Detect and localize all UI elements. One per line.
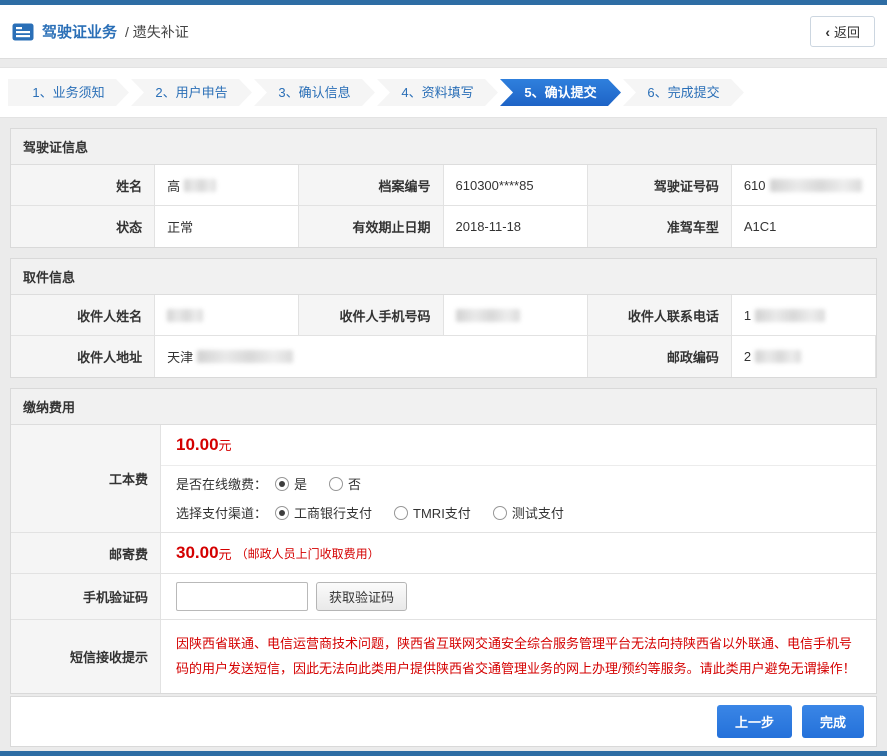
sms-tip-text: 因陕西省联通、电信运营商技术问题，陕西省互联网交通安全综合服务管理平台无法向持陕… (161, 620, 876, 693)
online-pay-no-label: 否 (348, 474, 361, 493)
name-value: 高 (155, 165, 299, 206)
license-number-value: 610 (732, 165, 876, 206)
online-pay-yes-option[interactable]: 是 (275, 474, 307, 493)
workfee-unit: 元 (219, 438, 232, 453)
channel-icbc-option[interactable]: 工商银行支付 (275, 503, 372, 522)
postal-code-label: 邮政编码 (588, 336, 732, 377)
sms-code-input[interactable] (176, 582, 308, 611)
vehicle-class-label: 准驾车型 (588, 206, 732, 247)
page-title: 驾驶证业务 (42, 21, 117, 42)
page-subtitle: / 遗失补证 (125, 22, 189, 42)
pay-channel-line: 选择支付渠道： 工商银行支付 TMRI支付 测试支付 (161, 495, 876, 532)
postal-code-value: 2 (732, 336, 876, 377)
license-section-title: 驾驶证信息 (11, 129, 876, 165)
expiry-date-label: 有效期止日期 (299, 206, 443, 247)
recipient-name-label: 收件人姓名 (11, 295, 155, 336)
pickup-table: 收件人姓名 收件人手机号码 收件人联系电话 1 收件人地址 天津 邮政编码 2 (11, 295, 876, 377)
redacted-text (456, 309, 520, 322)
mailfee-row: 邮寄费 30.00元 （邮政人员上门收取费用） (11, 533, 876, 574)
radio-selected-icon[interactable] (275, 477, 289, 491)
radio-selected-icon[interactable] (275, 506, 289, 520)
recipient-address-label: 收件人地址 (11, 336, 155, 377)
redacted-text (184, 179, 216, 192)
get-code-button[interactable]: 获取验证码 (316, 582, 407, 611)
header: 驾驶证业务 / 遗失补证 ‹ 返回 (0, 5, 887, 59)
redacted-text (755, 309, 825, 322)
bottom-accent-bar (0, 751, 887, 756)
channel-icbc-label: 工商银行支付 (294, 503, 372, 522)
workfee-amount-line: 10.00元 (161, 425, 876, 466)
name-label: 姓名 (11, 165, 155, 206)
footer-actions: 上一步 完成 (10, 696, 877, 747)
status-label: 状态 (11, 206, 155, 247)
back-button[interactable]: ‹ 返回 (810, 16, 875, 47)
previous-step-button[interactable]: 上一步 (717, 705, 792, 738)
step-fill-materials[interactable]: 4、资料填写 (377, 79, 498, 106)
license-info-panel: 驾驶证信息 姓名 高 档案编号 610300****85 驾驶证号码 610 状… (10, 128, 877, 248)
channel-tmri-label: TMRI支付 (413, 503, 471, 522)
workfee-row: 工本费 10.00元 是否在线缴费： 是 否 选 (11, 425, 876, 533)
step-user-declaration[interactable]: 2、用户申告 (131, 79, 252, 106)
recipient-phone-label: 收件人联系电话 (588, 295, 732, 336)
channel-tmri-option[interactable]: TMRI支付 (394, 503, 471, 522)
radio-unselected-icon[interactable] (394, 506, 408, 520)
archive-number-value: 610300****85 (444, 165, 588, 206)
workfee-body: 10.00元 是否在线缴费： 是 否 选择支付渠道： (161, 425, 876, 532)
recipient-name-value (155, 295, 299, 336)
redacted-text (197, 350, 293, 363)
step-business-notice[interactable]: 1、业务须知 (8, 79, 129, 106)
back-chevron-icon: ‹ (825, 24, 830, 40)
channel-test-option[interactable]: 测试支付 (493, 503, 564, 522)
finish-button[interactable]: 完成 (802, 705, 864, 738)
radio-unselected-icon[interactable] (329, 477, 343, 491)
expiry-date-value: 2018-11-18 (444, 206, 588, 247)
radio-unselected-icon[interactable] (493, 506, 507, 520)
back-label: 返回 (834, 22, 860, 41)
license-table: 姓名 高 档案编号 610300****85 驾驶证号码 610 状态 正常 有… (11, 165, 876, 247)
recipient-phone-value: 1 (732, 295, 876, 336)
pay-channel-question: 选择支付渠道： (176, 503, 267, 522)
sms-code-row: 手机验证码 获取验证码 (11, 574, 876, 620)
license-number-label: 驾驶证号码 (588, 165, 732, 206)
license-business-icon (12, 23, 34, 41)
sms-code-body: 获取验证码 (161, 574, 876, 619)
online-pay-question: 是否在线缴费： (176, 474, 267, 493)
redacted-text (770, 179, 862, 192)
pickup-info-panel: 取件信息 收件人姓名 收件人手机号码 收件人联系电话 1 收件人地址 天津 邮政… (10, 258, 877, 378)
online-pay-no-option[interactable]: 否 (329, 474, 361, 493)
recipient-mobile-value (444, 295, 588, 336)
channel-test-label: 测试支付 (512, 503, 564, 522)
recipient-mobile-label: 收件人手机号码 (299, 295, 443, 336)
step-complete-submit[interactable]: 6、完成提交 (623, 79, 744, 106)
redacted-text (167, 309, 203, 322)
sms-code-label: 手机验证码 (11, 574, 161, 619)
recipient-address-value: 天津 (155, 336, 588, 377)
mailfee-body: 30.00元 （邮政人员上门收取费用） (161, 533, 876, 573)
redacted-text (755, 350, 801, 363)
online-pay-yes-label: 是 (294, 474, 307, 493)
mailfee-unit: 元 (219, 544, 232, 563)
step-confirm-info[interactable]: 3、确认信息 (254, 79, 375, 106)
sms-tip-label: 短信接收提示 (11, 620, 161, 693)
workfee-amount: 10.00 (176, 435, 219, 454)
workfee-label: 工本费 (11, 425, 161, 532)
mailfee-label: 邮寄费 (11, 533, 161, 573)
vehicle-class-value: A1C1 (732, 206, 876, 247)
sms-tip-row: 短信接收提示 因陕西省联通、电信运营商技术问题，陕西省互联网交通安全综合服务管理… (11, 620, 876, 693)
mailfee-amount: 30.00 (176, 543, 219, 563)
status-value: 正常 (155, 206, 299, 247)
step-confirm-submit[interactable]: 5、确认提交 (500, 79, 621, 106)
page: 驾驶证业务 / 遗失补证 ‹ 返回 1、业务须知 2、用户申告 3、确认信息 4… (0, 0, 887, 756)
fees-section-title: 缴纳费用 (11, 389, 876, 425)
pickup-section-title: 取件信息 (11, 259, 876, 295)
online-pay-question-line: 是否在线缴费： 是 否 (161, 466, 876, 495)
fees-panel: 缴纳费用 工本费 10.00元 是否在线缴费： 是 否 (10, 388, 877, 694)
step-nav: 1、业务须知 2、用户申告 3、确认信息 4、资料填写 5、确认提交 6、完成提… (0, 67, 887, 118)
archive-number-label: 档案编号 (299, 165, 443, 206)
mailfee-note: （邮政人员上门收取费用） (236, 545, 380, 562)
